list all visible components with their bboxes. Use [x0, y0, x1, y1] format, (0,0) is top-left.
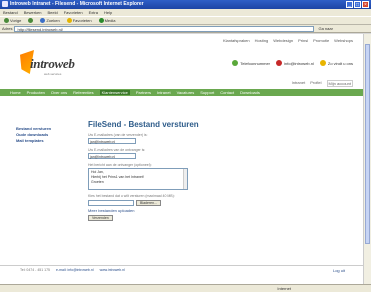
- topnav-item[interactable]: Prinsl: [298, 38, 308, 43]
- topnav-item[interactable]: Hosting: [255, 38, 269, 43]
- nav-producten[interactable]: Producten: [27, 90, 45, 95]
- star-icon: [66, 18, 72, 23]
- menu-item-bewerken[interactable]: Bewerken: [24, 10, 42, 15]
- file-row: Bladeren...: [88, 200, 288, 206]
- email-icon: [276, 60, 283, 66]
- topnav-item[interactable]: Webshops: [334, 38, 353, 43]
- window-title: Introweb Intranet - Filesend - Microsoft…: [10, 1, 144, 7]
- email-link[interactable]: info@introweb.nl: [276, 60, 314, 66]
- nav-klantenservice[interactable]: Klantenservice: [99, 90, 130, 95]
- ie-icon: [2, 1, 8, 7]
- media-button[interactable]: Media: [97, 18, 118, 23]
- footer-phone: Tel: 0474 - 451 175: [20, 268, 50, 272]
- topnav-item[interactable]: Webdesign: [273, 38, 293, 43]
- menu-item-extra[interactable]: Extra: [89, 10, 98, 15]
- sidebar: Bestand versturen Oude downloads Mail te…: [16, 126, 66, 144]
- message-line: Groeten: [91, 180, 104, 184]
- address-bar: Adres http://filesend.introweb.nl/ Ga na…: [0, 25, 371, 33]
- sidebar-item-mail-templates[interactable]: Mail templates: [16, 138, 66, 144]
- route-icon: [319, 60, 326, 66]
- search-button[interactable]: Zoeken: [38, 18, 61, 23]
- submit-button[interactable]: Verzenden: [88, 215, 113, 221]
- route-link[interactable]: Zo vindt u ons: [319, 60, 353, 66]
- file-label: Kies het bestand dat u wilt versturen (m…: [88, 194, 175, 198]
- media-label: Media: [104, 18, 116, 23]
- nav-vacatures[interactable]: Vacatures: [177, 90, 195, 95]
- page-title: FileSend - Bestand versturen: [88, 120, 199, 129]
- forward-button[interactable]: [26, 18, 35, 23]
- phone-label: Telefoonnummer: [240, 60, 271, 66]
- file-path-input[interactable]: [88, 200, 134, 206]
- textarea-scrollbar[interactable]: [183, 169, 187, 189]
- maximize-button[interactable]: □: [354, 1, 361, 8]
- browse-button[interactable]: Bladeren...: [136, 200, 161, 206]
- window-titlebar: Introweb Intranet - Filesend - Microsoft…: [0, 0, 371, 9]
- logo-wordmark: introweb: [30, 56, 75, 71]
- menu-item-beeld[interactable]: Beeld: [47, 10, 57, 15]
- footer-website[interactable]: www.introweb.nl: [100, 268, 125, 272]
- top-navigation: Klantafspraken Hosting Webdesign Prinsl …: [223, 38, 353, 43]
- route-label: Zo vindt u ons: [327, 60, 353, 66]
- recipient-email-label: Uw E-mailadres van de ontvanger is:: [88, 148, 146, 152]
- my-account-link[interactable]: Mijn account: [326, 80, 353, 87]
- scrollbar-thumb[interactable]: [365, 44, 370, 244]
- window-controls: _ □ ×: [346, 1, 369, 8]
- nav-intranet[interactable]: Intranet: [157, 90, 171, 95]
- search-icon: [40, 18, 46, 23]
- web-page: Klantafspraken Hosting Webdesign Prinsl …: [0, 34, 363, 284]
- security-zone: Internet: [277, 286, 291, 291]
- logout-link[interactable]: Log uit: [333, 268, 345, 273]
- page-footer: Tel: 0474 - 451 175 e-mail: info@introwe…: [0, 265, 363, 274]
- minimize-button[interactable]: _: [346, 1, 353, 8]
- menu-item-bestand[interactable]: Bestand: [3, 10, 18, 15]
- menu-item-favorieten[interactable]: Favorieten: [64, 10, 83, 15]
- back-label: Vorige: [10, 18, 22, 23]
- topnav-item[interactable]: Klantafspraken: [223, 38, 250, 43]
- nav-over-ons[interactable]: Over ons: [51, 90, 67, 95]
- go-button[interactable]: Ga naar: [318, 26, 332, 31]
- browser-toolbar: Vorige Zoeken Favorieten Media: [0, 16, 371, 25]
- phone-link[interactable]: Telefoonnummer: [232, 60, 270, 66]
- more-files-link[interactable]: Meer bestanden uploaden: [88, 208, 288, 213]
- nav-partners[interactable]: Partners: [136, 90, 151, 95]
- nav-support[interactable]: Support: [200, 90, 214, 95]
- sender-email-label: Uw E-mailadres (van de verzender) is:: [88, 133, 148, 137]
- account-links: Intranet Profiel Mijn account: [292, 80, 353, 87]
- phone-icon: [232, 60, 239, 66]
- address-input[interactable]: http://filesend.introweb.nl/: [14, 25, 315, 32]
- back-icon: [4, 18, 9, 23]
- message-label: Het bericht aan de ontvanger (optioneel)…: [88, 163, 152, 167]
- recipient-email-field[interactable]: jan@introweb.nl: [88, 153, 136, 159]
- message-textarea[interactable]: Hoi Jan, Hierbij het Prins1 van het Intr…: [88, 168, 188, 190]
- site-logo[interactable]: introweb web services: [20, 50, 90, 78]
- main-navigation: Home Producten Over ons Referenties Klan…: [0, 89, 363, 96]
- main-content: FileSend - Bestand versturen Uw E-mailad…: [88, 120, 288, 221]
- nav-referenties[interactable]: Referenties: [73, 90, 93, 95]
- favorites-button[interactable]: Favorieten: [65, 18, 94, 23]
- topnav-item[interactable]: Promotie: [313, 38, 329, 43]
- menu-item-help[interactable]: Help: [104, 10, 112, 15]
- sender-email-field[interactable]: jan@introweb.nl: [88, 138, 136, 144]
- page-scrollbar[interactable]: [363, 34, 371, 284]
- nav-home[interactable]: Home: [10, 90, 21, 95]
- contact-links: Telefoonnummer info@introweb.nl Zo vindt…: [232, 60, 353, 66]
- forward-icon: [28, 18, 34, 23]
- nav-contact[interactable]: Contact: [220, 90, 234, 95]
- address-label: Adres: [2, 26, 13, 31]
- favorites-label: Favorieten: [72, 18, 92, 23]
- email-label: info@introweb.nl: [284, 60, 314, 66]
- menu-bar: Bestand Bewerken Beeld Favorieten Extra …: [0, 9, 371, 16]
- back-button[interactable]: Vorige: [2, 18, 23, 23]
- logo-subtitle: web services: [44, 72, 62, 76]
- intranet-link[interactable]: Intranet: [292, 80, 306, 87]
- media-icon: [98, 18, 104, 23]
- close-button[interactable]: ×: [362, 1, 369, 8]
- nav-downloads[interactable]: Downloads: [240, 90, 260, 95]
- profile-link[interactable]: Profiel: [310, 80, 321, 87]
- search-label: Zoeken: [46, 18, 60, 23]
- footer-email[interactable]: e-mail: info@introweb.nl: [56, 268, 94, 272]
